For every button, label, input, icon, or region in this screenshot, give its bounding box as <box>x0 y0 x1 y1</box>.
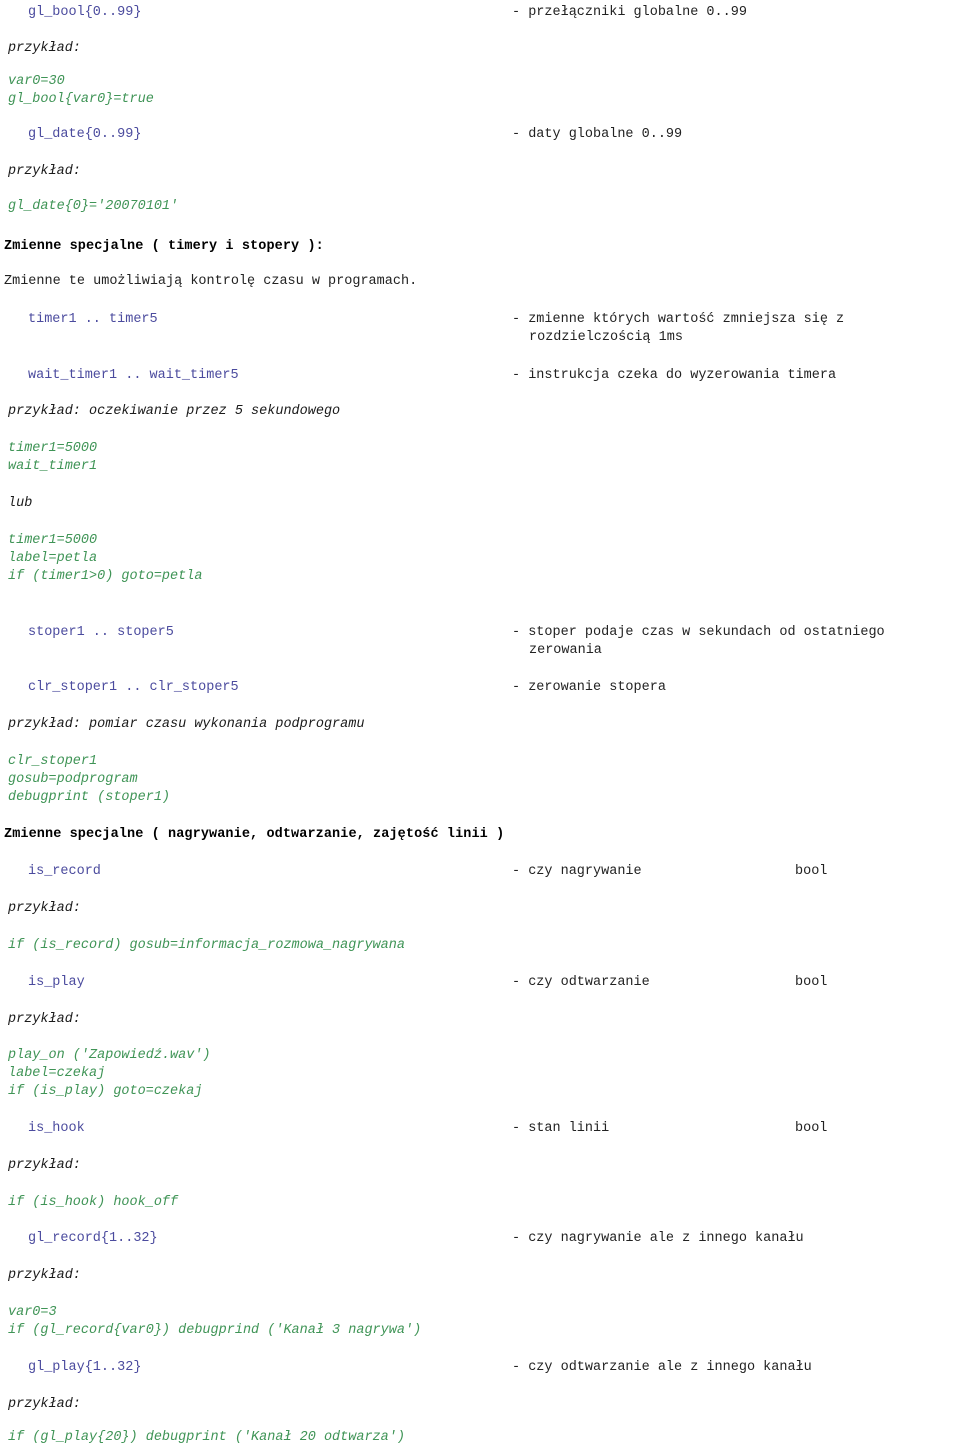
entry-desc-is-record: - czy nagrywanie <box>512 864 642 879</box>
code-line: if (gl_record{var0}) debugprind ('Kanał … <box>8 1323 422 1338</box>
code-line: if (gl_play{20}) debugprint ('Kanał 20 o… <box>8 1430 405 1445</box>
code-line: debugprint (stoper1) <box>8 790 171 805</box>
entry-desc-stoper-line1: - stoper podaje czas w sekundach od osta… <box>512 625 885 640</box>
entry-desc-gl-play: - czy odtwarzanie ale z innego kanału <box>512 1360 812 1375</box>
code-line: var0=3 <box>8 1305 57 1320</box>
code-line: var0=30 <box>8 74 65 89</box>
entry-desc-is-hook: - stan linii <box>512 1121 610 1136</box>
document-page: gl_bool{0..99} - przełączniki globalne 0… <box>0 0 960 1452</box>
entry-desc-gl-date: - daty globalne 0..99 <box>512 127 683 142</box>
entry-desc-is-play: - czy odtwarzanie <box>512 975 650 990</box>
code-line: timer1=5000 <box>8 533 98 548</box>
code-line: if (is_record) gosub=informacja_rozmowa_… <box>8 938 405 953</box>
entry-name-clr-stoper: clr_stoper1 .. clr_stoper5 <box>28 680 239 695</box>
example-label: przykład: oczekiwanie przez 5 sekundoweg… <box>8 404 341 419</box>
code-line: if (timer1>0) goto=petla <box>8 569 203 584</box>
example-label: przykład: <box>8 1397 81 1412</box>
entry-desc-gl-bool: - przełączniki globalne 0..99 <box>512 5 747 20</box>
example-label: przykład: <box>8 901 81 916</box>
entry-type-is-record: bool <box>795 864 828 879</box>
entry-name-timer: timer1 .. timer5 <box>28 312 158 327</box>
entry-desc-clr-stoper: - zerowanie stopera <box>512 680 666 695</box>
example-label: przykład: <box>8 1268 81 1283</box>
code-line: timer1=5000 <box>8 441 98 456</box>
example-label: przykład: pomiar czasu wykonania podprog… <box>8 717 365 732</box>
code-line: if (is_play) goto=czekaj <box>8 1084 203 1099</box>
entry-name-wait-timer: wait_timer1 .. wait_timer5 <box>28 368 239 383</box>
entry-desc-timer-line1: - zmienne których wartość zmniejsza się … <box>512 312 845 327</box>
code-line: clr_stoper1 <box>8 754 98 769</box>
section-heading-recording: Zmienne specjalne ( nagrywanie, odtwarza… <box>4 827 505 842</box>
entry-name-is-record: is_record <box>28 864 101 879</box>
code-line: label=petla <box>8 551 98 566</box>
example-label: przykład: <box>8 164 81 179</box>
entry-name-gl-play: gl_play{1..32} <box>28 1360 142 1375</box>
entry-name-is-play: is_play <box>28 975 85 990</box>
example-label: przykład: <box>8 1158 81 1173</box>
code-line: if (is_hook) hook_off <box>8 1195 179 1210</box>
entry-desc-wait-timer: - instrukcja czeka do wyzerowania timera <box>512 368 837 383</box>
entry-desc-stoper-line2: zerowania <box>529 643 602 658</box>
code-line: gl_bool{var0}=true <box>8 92 154 107</box>
code-line: play_on ('Zapowiedź.wav') <box>8 1048 211 1063</box>
entry-type-is-play: bool <box>795 975 828 990</box>
entry-desc-gl-record: - czy nagrywanie ale z innego kanału <box>512 1231 804 1246</box>
entry-name-gl-record: gl_record{1..32} <box>28 1231 158 1246</box>
entry-name-stoper: stoper1 .. stoper5 <box>28 625 174 640</box>
code-line: wait_timer1 <box>8 459 98 474</box>
example-label: przykład: <box>8 1012 81 1027</box>
example-label: przykład: <box>8 41 81 56</box>
entry-name-gl-bool: gl_bool{0..99} <box>28 5 142 20</box>
entry-type-is-hook: bool <box>795 1121 828 1136</box>
section-heading-timers: Zmienne specjalne ( timery i stopery ): <box>4 239 324 254</box>
entry-name-gl-date: gl_date{0..99} <box>28 127 142 142</box>
code-line: gl_date{0}='20070101' <box>8 199 179 214</box>
entry-desc-timer-line2: rozdzielczością 1ms <box>529 330 683 345</box>
alternative-label: lub <box>8 496 33 511</box>
section-intro-paragraph: Zmienne te umożliwiają kontrolę czasu w … <box>4 274 418 289</box>
code-line: gosub=podprogram <box>8 772 138 787</box>
code-line: label=czekaj <box>8 1066 106 1081</box>
entry-name-is-hook: is_hook <box>28 1121 85 1136</box>
